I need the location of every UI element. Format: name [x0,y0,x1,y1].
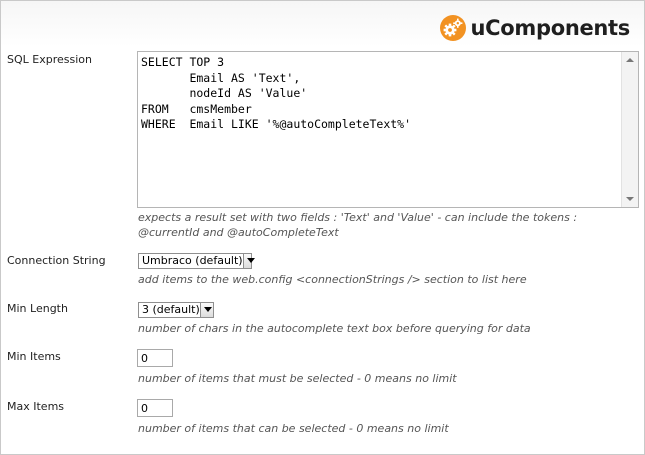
min-length-selected: 3 (default) [142,303,200,316]
min-items-hint: number of items that must be selected - … [138,372,457,385]
connection-string-selected: Umbraco (default) [142,254,243,267]
sql-expression-label: SQL Expression [7,53,92,66]
sql-textarea-scrollbar[interactable] [621,52,638,207]
min-items-input[interactable] [137,349,173,367]
connection-string-label: Connection String [7,254,106,267]
max-items-input[interactable] [137,399,173,417]
min-items-label: Min Items [7,350,61,363]
max-items-label: Max Items [7,400,65,413]
sql-expression-text[interactable]: SELECT TOP 3 Email AS 'Text', nodeId AS … [141,55,619,133]
scroll-down-arrow-icon[interactable] [626,197,634,201]
connection-string-select[interactable]: Umbraco (default) [138,253,256,269]
min-length-hint: number of chars in the autocomplete text… [138,322,531,335]
scroll-up-arrow-icon[interactable] [626,58,634,62]
logo-text: uComponents [470,16,630,40]
sql-expression-hint: expects a result set with two fields : '… [138,211,578,239]
gears-icon [440,15,467,41]
ucomponents-logo: uComponents [440,13,630,43]
connection-string-hint: add items to the web.config <connectionS… [138,273,527,286]
sql-expression-textarea[interactable]: SELECT TOP 3 Email AS 'Text', nodeId AS … [137,51,639,208]
chevron-down-icon[interactable] [199,303,213,317]
min-length-label: Min Length [7,302,68,315]
settings-panel: uComponents SQL Expression SELECT TOP 3 … [0,0,645,455]
chevron-down-icon[interactable] [242,254,256,268]
min-length-select[interactable]: 3 (default) [138,302,214,318]
max-items-hint: number of items that can be selected - 0… [138,422,449,435]
